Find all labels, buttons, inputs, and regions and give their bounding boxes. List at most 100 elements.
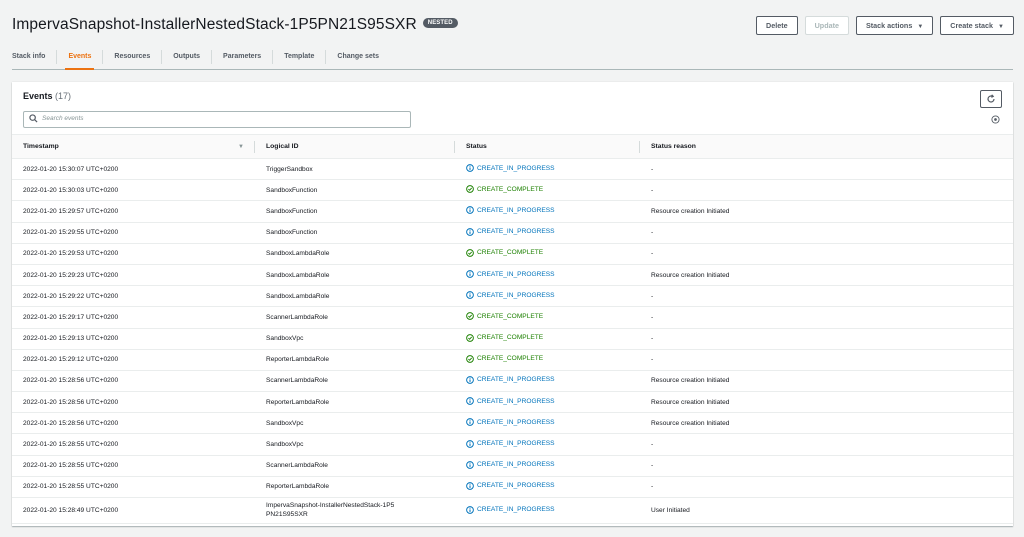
status-indicator: CREATE_IN_PROGRESS [466, 270, 555, 278]
tab-parameters[interactable]: Parameters [211, 49, 272, 64]
status-reason-cell: - [640, 243, 1013, 265]
events-table: Timestamp ▼ Logical ID Status Status reas… [12, 134, 1013, 524]
status-reason-cell: - [640, 285, 1013, 308]
caret-down-icon: ▼ [998, 24, 1004, 30]
status-indicator: CREATE_IN_PROGRESS [466, 227, 555, 236]
timestamp-cell: 2022-01-20 15:28:56 UTC+0200 [12, 412, 255, 435]
tab-resources[interactable]: Resources [102, 49, 161, 64]
status-reason-cell: - [640, 328, 1013, 350]
timestamp-cell: 2022-01-20 15:29:53 UTC+0200 [12, 243, 255, 265]
table-row: 2022-01-20 15:28:56 UTC+0200 ScannerLambd… [12, 370, 1013, 393]
tab-stack-info[interactable]: Stack info [12, 50, 56, 64]
stack-name: ImpervaSnapshot-InstallerNestedStack-1P5… [12, 16, 417, 33]
status-cell: CREATE_IN_PROGRESS [455, 455, 640, 477]
status-indicator: CREATE_IN_PROGRESS [466, 505, 555, 514]
check-circle-icon [466, 333, 474, 342]
logical-id-cell: ReporterLambdaRole [255, 476, 455, 499]
status-label: CREATE_IN_PROGRESS [477, 228, 555, 236]
timestamp-cell: 2022-01-20 15:28:49 UTC+0200 [12, 497, 255, 524]
info-circle-icon [466, 227, 474, 236]
logical-id-cell: ImpervaSnapshot-InstallerNestedStack-1P5… [255, 497, 455, 524]
timestamp-cell: 2022-01-20 15:28:55 UTC+0200 [12, 455, 255, 477]
create-stack-button[interactable]: Create stack ▼ [940, 16, 1014, 35]
status-cell: CREATE_IN_PROGRESS [455, 412, 640, 435]
status-reason-cell: - [640, 433, 1013, 456]
table-row: 2022-01-20 15:29:12 UTC+0200 ReporterLamb… [12, 349, 1013, 371]
status-indicator: CREATE_COMPLETE [466, 249, 543, 257]
status-label: CREATE_IN_PROGRESS [477, 482, 555, 490]
status-cell: CREATE_COMPLETE [455, 349, 640, 371]
tab-outputs[interactable]: Outputs [161, 49, 211, 64]
status-label: CREATE_IN_PROGRESS [477, 397, 555, 405]
info-circle-icon [466, 206, 474, 215]
status-label: CREATE_COMPLETE [477, 185, 544, 193]
status-label: CREATE_COMPLETE [477, 249, 544, 257]
status-indicator: CREATE_IN_PROGRESS [466, 482, 555, 490]
stack-actions-button[interactable]: Stack actions ▼ [855, 16, 934, 35]
status-cell: CREATE_COMPLETE [455, 179, 640, 202]
column-header-logical-id[interactable]: Logical ID [255, 134, 455, 159]
status-label: CREATE_IN_PROGRESS [477, 376, 555, 384]
status-label: CREATE_IN_PROGRESS [477, 506, 555, 513]
status-cell: CREATE_COMPLETE [455, 306, 640, 329]
column-header-timestamp[interactable]: Timestamp ▼ [12, 134, 255, 159]
status-label: CREATE_IN_PROGRESS [477, 270, 555, 278]
column-header-status-reason[interactable]: Status reason [640, 134, 1013, 159]
timestamp-cell: 2022-01-20 15:29:55 UTC+0200 [12, 222, 255, 244]
table-row: 2022-01-20 15:28:56 UTC+0200 SandboxVpc CR… [12, 412, 1013, 435]
info-circle-icon [466, 164, 474, 172]
status-label: CREATE_IN_PROGRESS [477, 418, 555, 426]
page-title: ImpervaSnapshot-InstallerNestedStack-1P5… [12, 16, 458, 34]
update-button[interactable]: Update [804, 16, 849, 35]
table-row: 2022-01-20 15:29:17 UTC+0200 ScannerLambd… [12, 306, 1013, 329]
table-row: 2022-01-20 15:29:22 UTC+0200 SandboxLambd… [12, 285, 1013, 308]
stack-actions-label: Stack actions [865, 21, 913, 30]
logical-id-cell: SandboxVpc [255, 328, 455, 350]
timestamp-cell: 2022-01-20 15:29:23 UTC+0200 [12, 264, 255, 287]
logical-id-cell: ScannerLambdaRole [255, 370, 455, 393]
status-label: CREATE_COMPLETE [477, 334, 544, 342]
status-label: CREATE_IN_PROGRESS [477, 291, 555, 299]
status-cell: CREATE_IN_PROGRESS [455, 200, 640, 223]
status-cell: CREATE_IN_PROGRESS [455, 158, 640, 181]
page-header: ImpervaSnapshot-InstallerNestedStack-1P5… [0, 0, 1024, 70]
header-actions: Delete Update Stack actions ▼ Create stac… [756, 16, 1014, 35]
status-indicator: CREATE_IN_PROGRESS [466, 418, 555, 427]
search-placeholder: Search events [42, 115, 84, 122]
gear-icon[interactable] [991, 115, 1000, 124]
status-reason-cell: Resource creation Initiated [640, 370, 1013, 393]
column-header-label: Status [466, 143, 487, 150]
logical-id-cell: SandboxLambdaRole [255, 264, 455, 287]
logical-id-cell: SandboxVpc [255, 412, 455, 435]
refresh-button[interactable] [980, 90, 1002, 108]
events-panel: Events (17) Search events Timestamp ▼ Log… [12, 82, 1013, 526]
info-circle-icon [466, 270, 474, 278]
table-row: 2022-01-20 15:29:13 UTC+0200 SandboxVpc CR… [12, 328, 1013, 350]
check-circle-icon [466, 185, 474, 194]
timestamp-cell: 2022-01-20 15:28:56 UTC+0200 [12, 391, 255, 414]
logical-id-cell: SandboxLambdaRole [255, 243, 455, 265]
logical-id-cell: TriggerSandbox [255, 158, 455, 181]
search-input[interactable]: Search events [23, 111, 411, 128]
column-header-status[interactable]: Status [455, 134, 640, 159]
sort-down-icon[interactable]: ▼ [238, 144, 244, 150]
tab-change-sets[interactable]: Change sets [325, 49, 390, 64]
status-reason-cell: - [640, 476, 1013, 499]
timestamp-cell: 2022-01-20 15:28:56 UTC+0200 [12, 370, 255, 393]
info-circle-icon [466, 460, 474, 469]
logical-id-cell: SandboxLambdaRole [255, 285, 455, 308]
column-header-label: Timestamp [23, 143, 59, 150]
status-reason-cell: - [640, 455, 1013, 477]
info-circle-icon [466, 482, 474, 490]
tab-template[interactable]: Template [272, 49, 325, 64]
table-header-row: Timestamp ▼ Logical ID Status Status reas… [12, 134, 1013, 159]
status-indicator: CREATE_IN_PROGRESS [466, 376, 555, 384]
status-reason-cell: Resource creation Initiated [640, 200, 1013, 223]
status-reason-cell: - [640, 158, 1013, 181]
timestamp-cell: 2022-01-20 15:29:17 UTC+0200 [12, 306, 255, 329]
timestamp-cell: 2022-01-20 15:30:03 UTC+0200 [12, 179, 255, 202]
status-indicator: CREATE_IN_PROGRESS [466, 460, 555, 469]
tab-events[interactable]: Events [56, 49, 102, 70]
logical-id-cell: SandboxFunction [255, 179, 455, 202]
delete-button[interactable]: Delete [756, 16, 798, 35]
